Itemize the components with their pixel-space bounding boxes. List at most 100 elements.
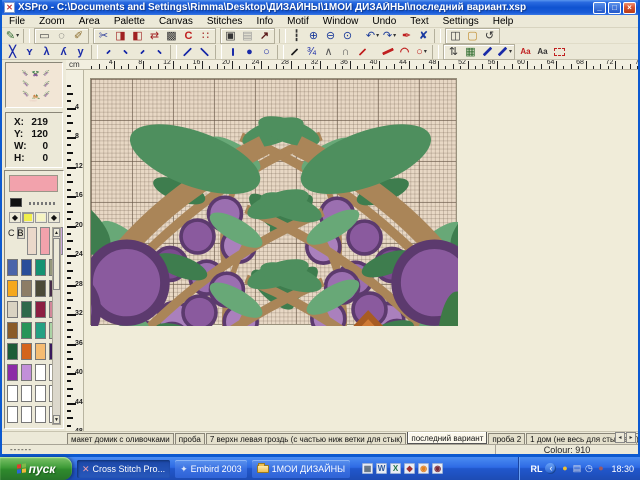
palette-scrollbar[interactable]: ▲ ▼ [52, 227, 61, 425]
word-icon[interactable]: W [376, 463, 387, 474]
draw-pen-button[interactable]: ✒ [398, 29, 415, 43]
restore-page-button[interactable]: ↺ [481, 29, 498, 43]
minimize-button[interactable]: _ [593, 2, 606, 14]
menu-zoom[interactable]: Zoom [32, 15, 72, 28]
palette-swatch[interactable] [21, 364, 32, 381]
embird-window-button[interactable]: ✦Embird 2003 [175, 460, 247, 478]
backstitch-34-button[interactable]: ¾ [303, 45, 320, 59]
palette-swatch[interactable] [7, 301, 18, 318]
excel-icon[interactable]: X [390, 463, 401, 474]
thick-backstitch-button[interactable] [479, 45, 496, 59]
menu-palette[interactable]: Palette [107, 15, 152, 28]
close-button[interactable]: × [623, 2, 636, 14]
ellipse-tool-dropdown-icon[interactable]: ▾ [424, 46, 427, 58]
copy-page-button[interactable]: ◫ [447, 29, 464, 43]
palette-swatch[interactable] [21, 406, 32, 423]
font-red-button[interactable]: Aa [517, 45, 534, 59]
palette-swatch[interactable] [35, 280, 46, 297]
ellipse-tool-button[interactable]: ○▾ [413, 45, 430, 59]
backstitch-thin-button[interactable] [286, 45, 303, 59]
three-quarter-cross-2-button[interactable]: λ [38, 45, 55, 59]
palette-swatch[interactable] [35, 364, 46, 381]
palette-swatch[interactable] [7, 343, 18, 360]
media-tool-icon[interactable]: ◆ [404, 463, 415, 474]
stitch-style-diamond-right-button[interactable]: ◆ [48, 212, 60, 223]
screen-view-button[interactable]: ▣ [222, 29, 239, 43]
half-stitch-forward-button[interactable] [196, 45, 213, 59]
palette-swatch[interactable] [35, 322, 46, 339]
palette-swatch[interactable] [21, 322, 32, 339]
palette-swatch[interactable] [35, 385, 46, 402]
three-quarter-cross-4-button[interactable]: y [72, 45, 89, 59]
palette-swatch[interactable] [7, 322, 18, 339]
font-black-button[interactable]: Aa [534, 45, 551, 59]
system-tool-icon[interactable]: ▦ [362, 463, 373, 474]
bead-filled-button[interactable]: ● [241, 45, 258, 59]
scatter-motif-button[interactable]: ∷ [197, 29, 214, 43]
gray-tray-icon[interactable]: ▤ [571, 463, 582, 474]
pencil-select-button[interactable]: ✐ [70, 29, 87, 43]
palette-swatch[interactable] [40, 227, 50, 255]
half-stitch-back-button[interactable] [179, 45, 196, 59]
palette-swatch[interactable] [21, 301, 32, 318]
pencil-tool-dropdown-icon[interactable]: ▾ [16, 30, 19, 42]
palette-swatch[interactable] [35, 343, 46, 360]
thick-backstitch-alt-dropdown-icon[interactable]: ▾ [509, 46, 512, 58]
stitch-canvas[interactable] [90, 78, 457, 325]
freehand-line-button[interactable] [379, 45, 396, 59]
select-dashed-button[interactable] [551, 45, 568, 59]
bead-outline-button[interactable]: ○ [258, 45, 275, 59]
cut-motif-button[interactable]: ✂ [95, 29, 112, 43]
three-quarter-cross-1-button[interactable]: ʏ [21, 45, 38, 59]
backstitch-angle-button[interactable]: ∧ [320, 45, 337, 59]
palette-swatch[interactable] [21, 280, 32, 297]
stitch-style-diamond-left-button[interactable]: ◆ [9, 212, 21, 223]
pointer-mode-button[interactable]: ↗ [256, 29, 273, 43]
palette-swatch[interactable] [21, 259, 32, 276]
menu-area[interactable]: Area [72, 15, 107, 28]
palette-scroll-thumb[interactable] [53, 238, 60, 290]
palette-swatch[interactable] [21, 385, 32, 402]
palette-swatch[interactable] [35, 259, 46, 276]
menu-undo[interactable]: Undo [365, 15, 403, 28]
thread-guide-button[interactable]: ┇ [288, 29, 305, 43]
erase-button[interactable]: ✘ [415, 29, 432, 43]
palette-swatch[interactable] [7, 364, 18, 381]
menu-info[interactable]: Info [249, 15, 280, 28]
start-button[interactable]: пуск [0, 457, 72, 480]
moi-dizayny-window-button[interactable]: 1МОИ ДИЗАЙНЫ [252, 460, 350, 478]
menu-canvas[interactable]: Canvas [152, 15, 200, 28]
undo-button[interactable]: ↶▾ [364, 29, 381, 43]
current-colour-swatch[interactable] [9, 175, 58, 192]
redo-dropdown-icon[interactable]: ▾ [393, 30, 396, 42]
menu-file[interactable]: File [2, 15, 32, 28]
menu-text[interactable]: Text [403, 15, 435, 28]
quarter-stitch-bl-button[interactable] [134, 45, 151, 59]
maximize-button[interactable]: □ [608, 2, 621, 14]
palette-scroll-up-icon[interactable]: ▲ [53, 228, 60, 237]
pattern-motif-button[interactable]: ▩ [163, 29, 180, 43]
tab-scroll-left-icon[interactable]: ◂ [615, 432, 625, 443]
menu-motif[interactable]: Motif [280, 15, 316, 28]
menu-settings[interactable]: Settings [436, 15, 486, 28]
palette-swatch[interactable] [21, 343, 32, 360]
french-knot-button[interactable] [224, 45, 241, 59]
hide-icons-chevron-icon[interactable]: ‹ [545, 463, 556, 474]
language-indicator[interactable]: RL [530, 464, 542, 474]
round-tray-icon[interactable]: ● [595, 463, 606, 474]
scheduler-tray-icon[interactable]: ◷ [583, 463, 594, 474]
orange-app-icon[interactable]: ◉ [418, 463, 429, 474]
full-cross-button[interactable]: ╳ [4, 45, 21, 59]
palette-swatch[interactable] [7, 280, 18, 297]
flip-stitch-button[interactable]: ⇅ [445, 45, 462, 59]
paste-motif-button[interactable]: ◧ [129, 29, 146, 43]
black-colour-button[interactable] [10, 198, 22, 207]
palette-swatch[interactable] [27, 227, 37, 255]
mirror-motif-button[interactable]: ⇄ [146, 29, 163, 43]
menu-help[interactable]: Help [486, 15, 521, 28]
quarter-stitch-tr-button[interactable] [117, 45, 134, 59]
pencil-tool-button[interactable]: ✎▾ [4, 29, 21, 43]
quarter-stitch-br-button[interactable] [151, 45, 168, 59]
title-bar[interactable]: ✕ XSPro - C:\Documents and Settings\Rimm… [2, 0, 638, 15]
copy-motif-button[interactable]: ◨ [112, 29, 129, 43]
